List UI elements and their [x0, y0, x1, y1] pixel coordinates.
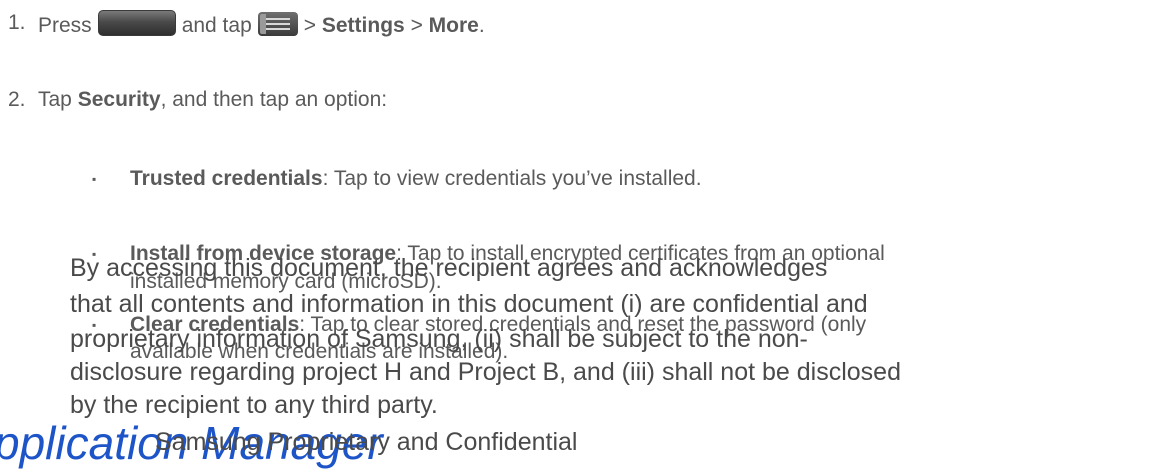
step-text: Tap Security, and then tap an option:: [38, 87, 387, 113]
period: .: [478, 14, 485, 37]
option-text: Trusted credentials: Tap to view credent…: [130, 166, 702, 192]
confidential-notice-line: By accessing this document, the recipien…: [70, 254, 828, 282]
step-rest: , and then tap an option:: [160, 88, 388, 111]
settings-label: Settings: [321, 14, 405, 37]
press-label: Press: [38, 14, 92, 37]
separator: >: [303, 14, 317, 37]
tap-label: Tap: [38, 88, 72, 111]
step-number: 2.: [8, 88, 26, 111]
more-label: More: [428, 14, 479, 37]
home-key-icon: [97, 10, 176, 36]
option-desc: : Tap to view credentials you’ve install…: [322, 167, 702, 190]
separator: >: [410, 14, 423, 37]
step-text: Press and tap > Settings > More.: [38, 10, 485, 39]
security-label: Security: [77, 88, 161, 111]
samsung-confidential-label: Samsung Proprietary and Confidential: [155, 428, 578, 456]
bullet-icon: ▪: [92, 172, 97, 186]
option-title: Trusted credentials: [130, 167, 323, 190]
confidential-notice-line: by the recipient to any third party.: [70, 391, 438, 419]
confidential-notice-line: disclosure regarding project H and Proje…: [70, 358, 901, 386]
menu-key-icon: [257, 12, 298, 36]
confidential-notice-line: that all contents and information in thi…: [70, 290, 868, 318]
and-tap-label: and tap: [181, 14, 252, 37]
confidential-notice-line: proprietary information of Samsung, (ii)…: [70, 325, 808, 353]
step-number: 1.: [8, 11, 26, 34]
